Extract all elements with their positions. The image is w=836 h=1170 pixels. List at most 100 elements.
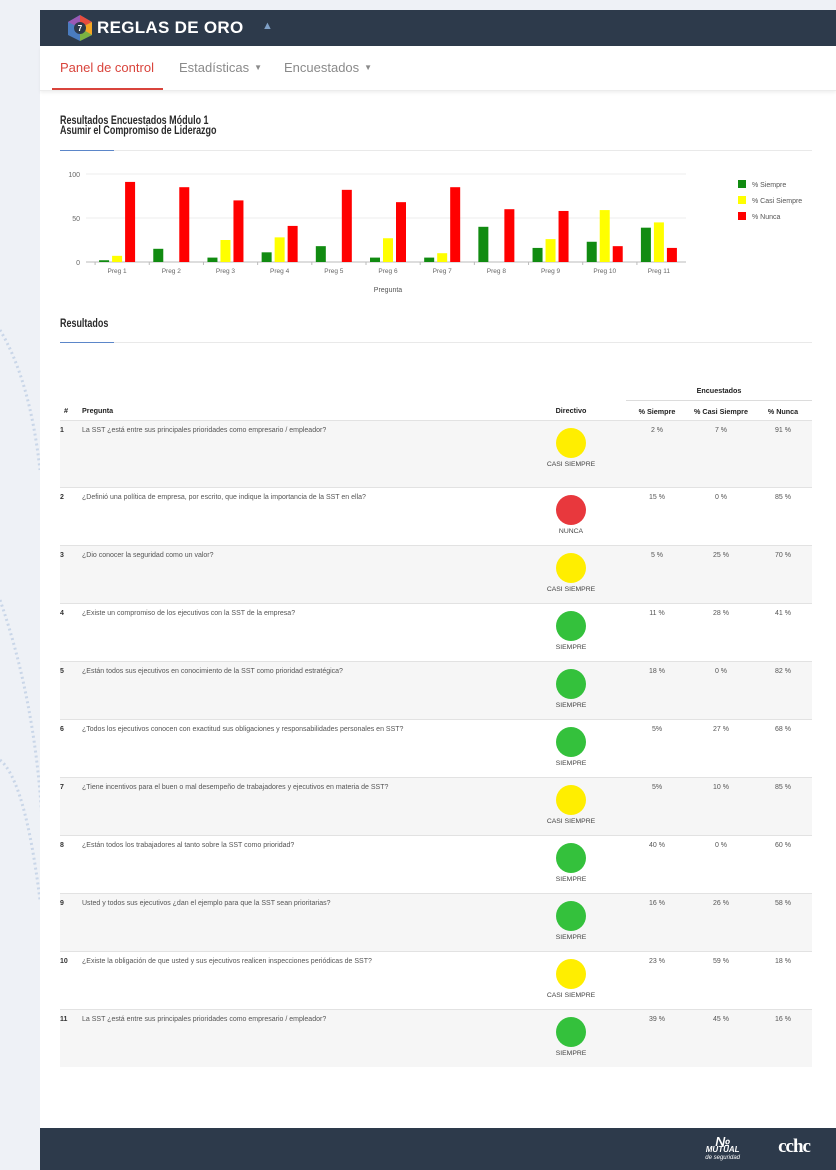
status-dot-icon [556,610,586,641]
nav-label: Panel de control [60,60,154,75]
legend-swatch [738,180,746,188]
logo-badge: 7 [78,24,83,33]
table-row: 2 ¿Definió una política de empresa, por e… [60,486,812,545]
top-bar: 7 REGLAS DE ORO ▲ [40,10,836,46]
nav-encuestados-dropdown[interactable]: Encuestados ▼ [284,60,372,75]
table-row: 8 ¿Están todos los trabajadores al tanto … [60,834,812,893]
x-tick-label: Preg 5 [324,268,344,275]
bar-nunca [287,225,298,262]
divider [60,150,812,151]
bar-casi-siempre [383,238,393,262]
table-row: 9 Usted y todos sus ejecutivos ¿dan el ej… [60,892,812,951]
nav-bar: Panel de control Estadísticas ▼ Encuestad… [40,46,836,91]
bar-siempre [207,257,218,262]
x-tick-label: Preg 7 [433,268,453,275]
legend-label: % Nunca [752,214,781,221]
x-tick-label: Preg 2 [162,268,182,275]
row-directivo: SIEMPRE [516,892,626,951]
row-directivo: SIEMPRE [516,718,626,777]
warning-icon[interactable]: ▲ [262,20,273,32]
active-tab-indicator [52,88,163,90]
bar-siempre [370,257,380,262]
row-question: ¿Dio conocer la seguridad como un valor? [82,544,516,603]
results-bar-chart: 0 50 100 Preg 1 Preg 2 Preg 3 Preg 4 Preg 5 Preg… [68,172,802,294]
row-directivo: CASI SIEMPRE [516,776,626,835]
status-dot-icon [556,668,586,699]
directivo-label: SIEMPRE [555,759,587,767]
cell-siempre: 5 % [626,544,688,603]
y-tick-label: 0 [76,260,80,267]
cell-casi-siempre: 45 % [688,1008,754,1067]
x-tick-label: Preg 4 [270,268,290,275]
x-tick-label: Preg 6 [378,268,398,275]
directivo-label: SIEMPRE [555,875,587,883]
row-number: 7 [60,776,82,835]
page: 7 REGLAS DE ORO ▲ Panel de control Estad… [40,10,836,1170]
row-number: 9 [60,892,82,951]
nav-panel-de-control[interactable]: Panel de control [60,60,154,75]
legend-label: % Siempre [752,182,786,189]
row-question: ¿Están todos sus ejecutivos en conocimie… [82,660,516,719]
status-dot-icon [556,784,586,815]
col-header-num: # [64,406,68,415]
bar-siempre [261,252,272,262]
status-dot-icon [556,900,586,931]
row-directivo: SIEMPRE [516,1008,626,1067]
directivo-label: SIEMPRE [555,643,587,651]
divider [60,342,812,343]
legend-label: % Casi Siempre [752,198,802,205]
table-row: 7 ¿Tiene incentivos para el buen o mal de… [60,776,812,835]
directivo-label: CASI SIEMPRE [546,991,596,999]
app-title[interactable]: REGLAS DE ORO [97,18,244,38]
nav-estadisticas-dropdown[interactable]: Estadísticas ▼ [179,60,262,75]
cell-casi-siempre: 10 % [688,776,754,835]
x-tick-label: Preg 8 [487,268,507,275]
nav-label: Encuestados [284,60,360,75]
cell-siempre: 15 % [626,486,688,545]
row-question: ¿Definió una política de empresa, por es… [82,486,516,545]
bar-nunca [396,202,406,262]
row-question: ¿Tiene incentivos para el buen o mal des… [82,776,516,835]
cell-siempre: 39 % [626,1008,688,1067]
row-directivo: SIEMPRE [516,834,626,893]
bar-casi-siempre [437,253,448,262]
directivo-label: CASI SIEMPRE [546,460,596,468]
cell-casi-siempre: 59 % [688,950,754,1009]
bar-casi-siempre [220,240,231,262]
row-number: 10 [60,950,82,1009]
nav-label: Estadísticas [179,60,250,75]
col-header-casi-siempre: % Casi Siempre [694,406,748,416]
bar-nunca [504,209,515,262]
row-number: 8 [60,834,82,893]
directivo-label: SIEMPRE [555,933,587,941]
bar-casi-siempre [599,210,610,262]
table-row: 3 ¿Dio conocer la seguridad como un valor… [60,544,812,603]
bar-casi-siempre [545,239,556,262]
bar-casi-siempre [653,222,664,262]
bar-nunca [125,181,136,262]
directivo-label: CASI SIEMPRE [546,585,596,593]
directivo-label: SIEMPRE [555,1049,587,1057]
cell-nunca: 91 % [754,419,812,487]
cell-siempre: 16 % [626,892,688,951]
row-directivo: CASI SIEMPRE [516,419,626,487]
divider-accent [60,342,114,343]
bar-nunca [666,247,677,262]
cell-siempre: 5% [626,718,688,777]
cell-casi-siempre: 7 % [688,419,754,487]
col-header-nunca: % Nunca [767,406,799,416]
status-dot-icon [556,494,586,525]
results-title: Resultados [60,318,109,330]
row-number: 2 [60,486,82,545]
row-question: Usted y todos sus ejecutivos ¿dan el eje… [82,892,516,951]
table-row: 4 ¿Existe un compromiso de los ejecutivos… [60,602,812,661]
x-axis-label: Pregunta [374,287,403,294]
x-tick-label: Preg 10 [593,268,616,275]
row-question: ¿Están todos los trabajadores al tanto s… [82,834,516,893]
row-number: 3 [60,544,82,603]
status-dot-icon [556,842,586,873]
directivo-label: NUNCA [558,527,584,535]
bar-siempre [478,226,489,262]
cell-nunca: 58 % [754,892,812,951]
cell-casi-siempre: 0 % [688,660,754,719]
